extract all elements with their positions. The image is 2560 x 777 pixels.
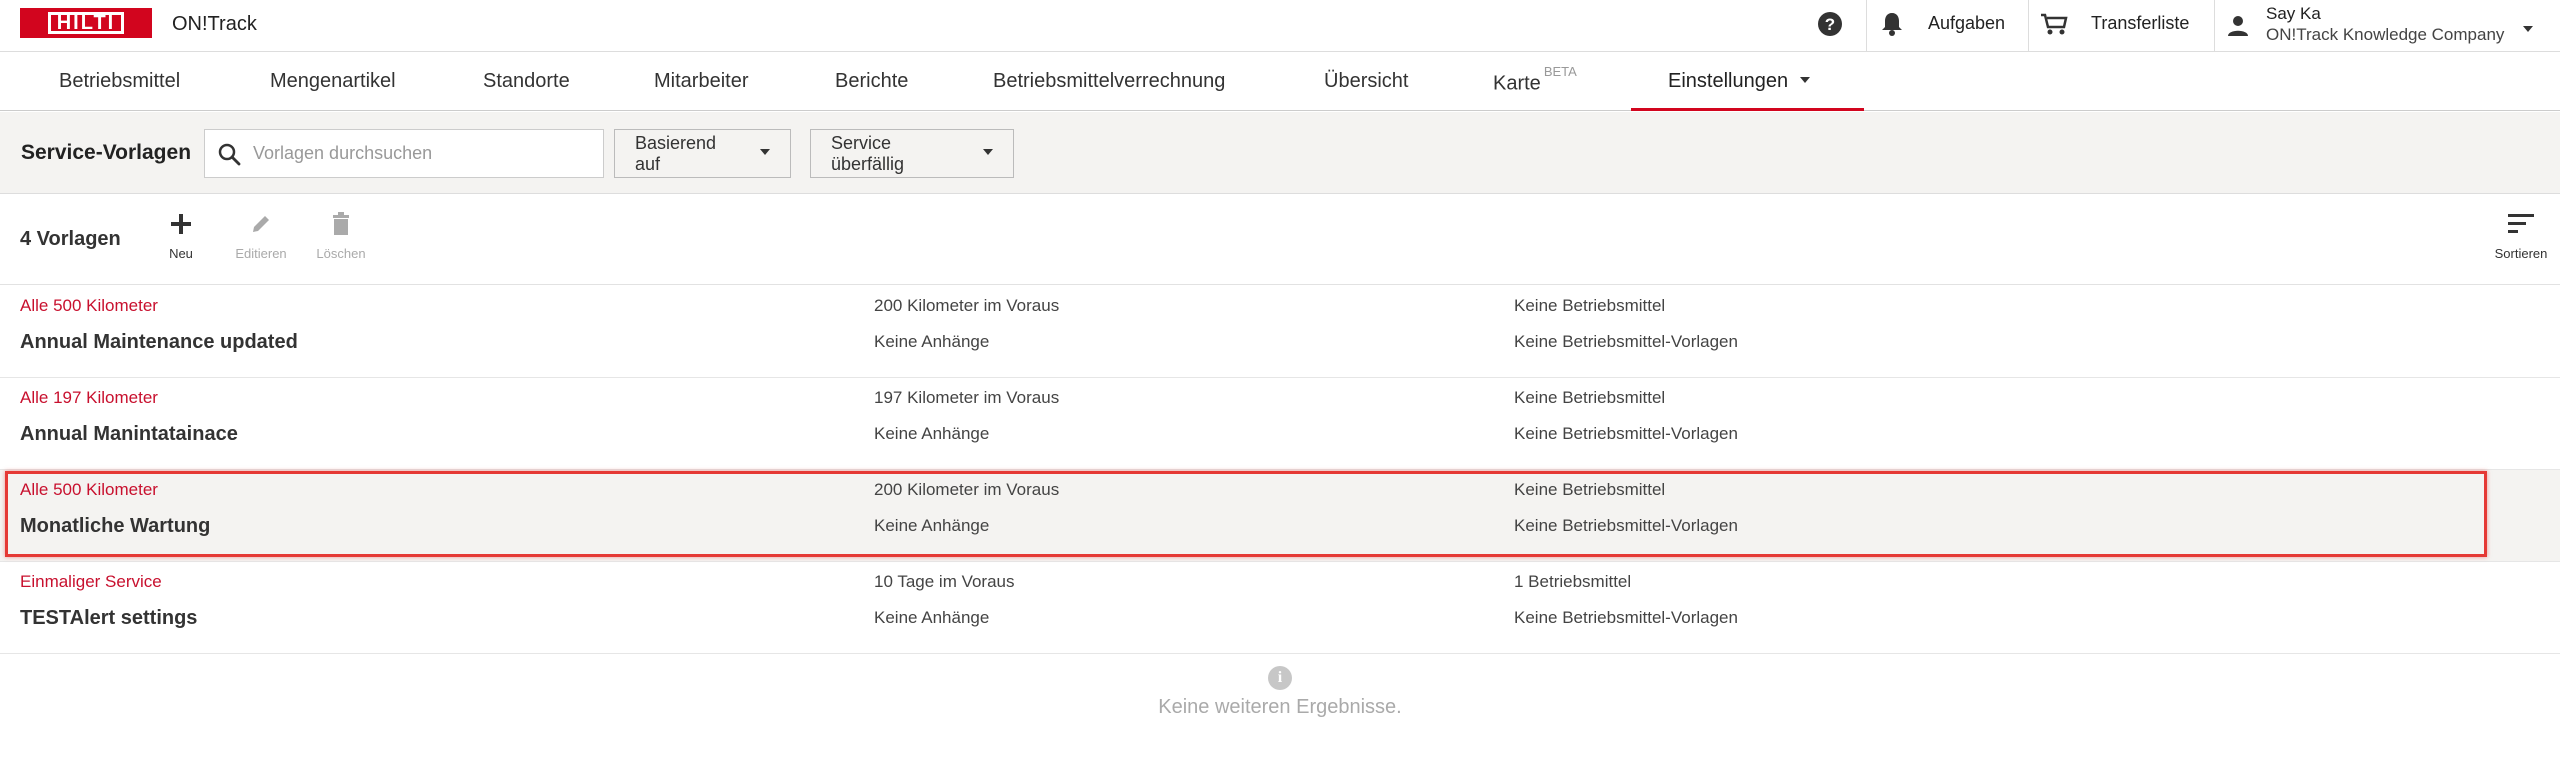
advance-notice: 200 Kilometer im Voraus	[874, 480, 1060, 499]
template-name: Annual Maintenance updated	[20, 331, 298, 353]
top-bar: HILTI ON!Track ? Aufgaben Transferliste …	[0, 0, 2560, 52]
tab-einstellungen-label: Einstellungen	[1668, 70, 1789, 92]
assets: Keine Betriebsmittel	[1514, 388, 1666, 407]
tab-einstellungen[interactable]: Einstellungen	[1668, 70, 1811, 93]
attachments: Keine Anhänge	[874, 424, 990, 443]
asset-templates: Keine Betriebsmittel-Vorlagen	[1514, 608, 1738, 627]
tab-uebersicht[interactable]: Übersicht	[1324, 70, 1408, 93]
info-icon: i	[1268, 666, 1292, 690]
no-more-results-text: Keine weiteren Ergebnisse.	[1158, 696, 1402, 718]
based-on-label: Basierend auf	[635, 132, 717, 174]
tab-standorte[interactable]: Standorte	[483, 70, 570, 93]
chevron-down-icon	[983, 148, 993, 155]
advance-notice: 197 Kilometer im Voraus	[874, 388, 1060, 407]
tab-karte-label: Karte	[1493, 72, 1541, 95]
bell-icon[interactable]	[1878, 10, 1906, 38]
asset-templates: Keine Betriebsmittel-Vorlagen	[1514, 516, 1738, 535]
service-overdue-label: Service überfällig	[831, 132, 905, 174]
chevron-down-icon	[1800, 76, 1811, 83]
advance-notice: 200 Kilometer im Voraus	[874, 296, 1060, 315]
tab-betriebsmittelverrechnung[interactable]: Betriebsmittelverrechnung	[993, 70, 1225, 93]
tab-mengenartikel[interactable]: Mengenartikel	[270, 70, 396, 93]
assets: Keine Betriebsmittel	[1514, 296, 1666, 315]
edit-button[interactable]: Editieren	[231, 207, 291, 261]
frequency: Alle 197 Kilometer	[20, 388, 158, 407]
template-count: 4 Vorlagen	[20, 228, 121, 250]
transfer-list-link[interactable]: Transferliste	[2091, 13, 2189, 34]
template-name: Monatliche Wartung	[20, 515, 211, 537]
delete-button[interactable]: Löschen	[311, 207, 371, 261]
tab-mitarbeiter[interactable]: Mitarbeiter	[654, 70, 748, 93]
header-divider	[1866, 0, 1867, 52]
tab-karte[interactable]: KarteBETA	[1493, 64, 1577, 96]
hilti-logo[interactable]: HILTI	[20, 8, 152, 38]
frequency: Alle 500 Kilometer	[20, 480, 158, 499]
edit-label: Editieren	[235, 246, 287, 261]
no-more-results: i Keine weiteren Ergebnisse.	[0, 666, 2560, 719]
list-item[interactable]: Einmaliger Service TESTAlert settings 10…	[0, 562, 2560, 654]
list-item[interactable]: Alle 500 Kilometer Annual Maintenance up…	[0, 286, 2560, 378]
user-name[interactable]: Say Ka	[2266, 4, 2321, 24]
tab-berichte[interactable]: Berichte	[835, 70, 908, 93]
template-name: TESTAlert settings	[20, 607, 198, 629]
attachments: Keine Anhänge	[874, 608, 990, 627]
header-divider	[2214, 0, 2215, 52]
attachments: Keine Anhänge	[874, 332, 990, 351]
based-on-dropdown[interactable]: Basierend auf	[614, 129, 791, 178]
assets: Keine Betriebsmittel	[1514, 480, 1666, 499]
help-icon[interactable]: ?	[1816, 10, 1844, 38]
assets: 1 Betriebsmittel	[1514, 572, 1632, 591]
new-button[interactable]: Neu	[151, 207, 211, 261]
search-box[interactable]	[204, 129, 604, 178]
chevron-down-icon	[760, 148, 770, 155]
tasks-link[interactable]: Aufgaben	[1928, 13, 2005, 34]
service-overdue-dropdown[interactable]: Service überfällig	[810, 129, 1014, 178]
user-icon[interactable]	[2224, 12, 2252, 40]
list-item[interactable]: Alle 197 Kilometer Annual Manintatainace…	[0, 378, 2560, 470]
asset-templates: Keine Betriebsmittel-Vorlagen	[1514, 424, 1738, 443]
list-toolbar: 4 Vorlagen Neu Editieren Löschen Sortier…	[0, 195, 2560, 285]
page-title: Service-Vorlagen	[21, 141, 192, 164]
app-name: ON!Track	[172, 13, 257, 35]
delete-label: Löschen	[316, 246, 366, 261]
asset-templates: Keine Betriebsmittel-Vorlagen	[1514, 332, 1738, 351]
search-icon	[217, 142, 241, 171]
header-divider	[2028, 0, 2029, 52]
sort-label: Sortieren	[2494, 246, 2548, 261]
company-name[interactable]: ON!Track Knowledge Company	[2266, 25, 2504, 45]
chevron-down-icon[interactable]	[2523, 22, 2533, 40]
frequency: Einmaliger Service	[20, 572, 162, 591]
sort-button[interactable]: Sortieren	[2491, 207, 2551, 261]
beta-badge: BETA	[1543, 64, 1577, 79]
plus-icon	[151, 207, 211, 241]
filter-bar: Service-Vorlagen Basierend auf Service ü…	[0, 112, 2560, 194]
active-tab-indicator	[1631, 108, 1864, 111]
search-input[interactable]	[253, 130, 593, 177]
attachments: Keine Anhänge	[874, 516, 990, 535]
logo-text: HILTI	[47, 12, 125, 34]
advance-notice: 10 Tage im Voraus	[874, 572, 1015, 591]
template-name: Annual Manintatainace	[20, 423, 238, 445]
cart-icon[interactable]	[2040, 10, 2068, 38]
list-item[interactable]: Alle 500 Kilometer Monatliche Wartung 20…	[0, 470, 2560, 562]
trash-icon	[311, 207, 371, 241]
tab-betriebsmittel[interactable]: Betriebsmittel	[59, 70, 180, 93]
pencil-icon	[231, 207, 291, 241]
main-nav: Betriebsmittel Mengenartikel Standorte M…	[0, 52, 2560, 111]
new-label: Neu	[169, 246, 193, 261]
frequency: Alle 500 Kilometer	[20, 296, 158, 315]
template-list: Alle 500 Kilometer Annual Maintenance up…	[0, 286, 2560, 654]
sort-icon	[2491, 207, 2551, 241]
svg-text:?: ?	[1825, 15, 1835, 34]
